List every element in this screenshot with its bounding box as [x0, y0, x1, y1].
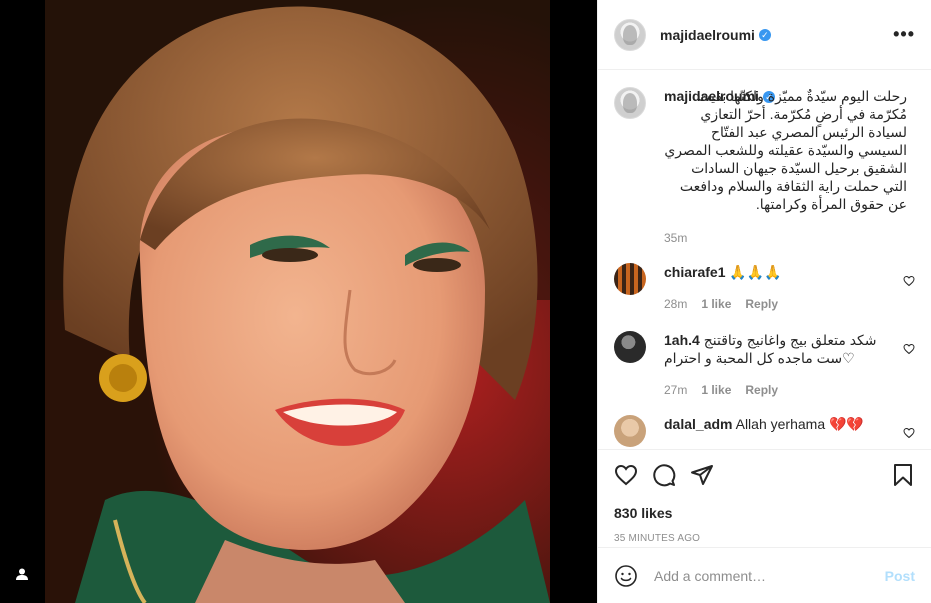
comment-input[interactable]	[654, 567, 885, 584]
reply-button[interactable]: Reply	[745, 295, 778, 313]
post-header: majidaelroumi ✓ •••	[598, 0, 931, 70]
bookmark-icon[interactable]	[891, 463, 915, 487]
comment-text: Allah yerhama 💔💔	[735, 416, 864, 432]
action-icons	[614, 462, 915, 488]
add-comment-bar: Post	[598, 547, 931, 603]
post-comment-button[interactable]: Post	[885, 568, 915, 584]
comment-time[interactable]: 28m	[664, 295, 687, 313]
heart-icon[interactable]	[903, 343, 915, 355]
emoji-icon[interactable]	[614, 564, 638, 588]
share-icon[interactable]	[690, 463, 714, 487]
avatar[interactable]	[614, 263, 646, 295]
caption-time[interactable]: 35m	[664, 229, 687, 247]
comment-item: chiarafe1 🙏🙏🙏 28m 1 like Reply	[614, 263, 915, 313]
heart-icon[interactable]	[903, 427, 915, 439]
avatar[interactable]	[614, 415, 646, 447]
post-actions: 830 likes 35 MINUTES AGO	[598, 449, 931, 552]
avatar[interactable]	[614, 87, 646, 119]
comment-icon[interactable]	[652, 463, 676, 487]
likes-count[interactable]: 830 likes	[614, 505, 915, 521]
header-username[interactable]: majidaelroumi	[660, 27, 755, 43]
heart-icon[interactable]	[903, 275, 915, 287]
post-side-panel: majidaelroumi ✓ ••• majidaelroumi ✓ رحلت …	[597, 0, 931, 603]
caption: majidaelroumi ✓ رحلت اليوم سيّدةٌ مميّزة …	[614, 87, 915, 247]
more-options-icon[interactable]: •••	[893, 24, 915, 45]
user-tag-icon[interactable]	[10, 562, 34, 586]
comment-likes[interactable]: 1 like	[701, 381, 731, 399]
comment-meta: 28m 1 like Reply	[664, 295, 893, 313]
verified-icon: ✓	[758, 28, 771, 41]
comment-item: 1ah.4 شكد متعلق بيج واغانيج وتاقتنج ست م…	[614, 331, 915, 399]
caption-meta: 35m	[664, 229, 907, 247]
comment-item: dalal_adm Allah yerhama 💔💔	[614, 415, 915, 447]
comment-username[interactable]: chiarafe1	[664, 264, 725, 280]
comment-username[interactable]: dalal_adm	[664, 416, 732, 432]
comment-username[interactable]: 1ah.4	[664, 332, 700, 348]
post-photo[interactable]	[45, 0, 550, 603]
comment-time[interactable]: 27m	[664, 381, 687, 399]
reply-button[interactable]: Reply	[745, 381, 778, 399]
avatar[interactable]	[614, 18, 646, 51]
comment-likes[interactable]: 1 like	[701, 295, 731, 313]
heart-icon[interactable]	[614, 463, 638, 487]
caption-text: رحلت اليوم سيّدةٌ مميّزة ولكنّها بقيت مُ…	[664, 88, 907, 212]
comments-list[interactable]: majidaelroumi ✓ رحلت اليوم سيّدةٌ مميّزة …	[598, 71, 931, 449]
avatar[interactable]	[614, 331, 646, 363]
post-timestamp[interactable]: 35 MINUTES AGO	[614, 533, 915, 544]
comment-meta: 27m 1 like Reply	[664, 381, 893, 399]
comment-text: 🙏🙏🙏	[729, 264, 782, 280]
post-media[interactable]	[0, 0, 597, 603]
portrait-image	[45, 0, 550, 603]
